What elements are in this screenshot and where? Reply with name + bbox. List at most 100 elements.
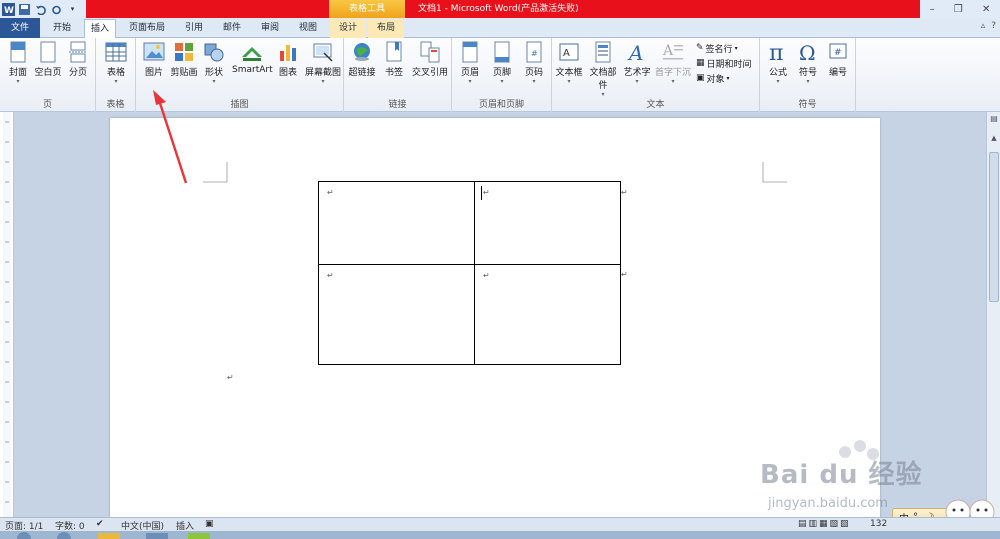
taskbar-buttons bbox=[17, 532, 210, 539]
annotation-arrow bbox=[153, 90, 188, 184]
minimize-icon[interactable]: – bbox=[930, 4, 935, 15]
number-icon: # bbox=[829, 43, 847, 59]
tab-layout[interactable]: 布局 bbox=[368, 19, 404, 38]
macro-record-icon[interactable]: ▣ bbox=[205, 519, 214, 529]
clipart-button[interactable]: 剪贴画 bbox=[170, 41, 198, 78]
group-header-footer: 页眉 ▾ 页脚 ▾ # 页码 ▾ 页眉和页脚 bbox=[452, 38, 552, 112]
page-number-button[interactable]: # 页码 ▾ bbox=[520, 41, 548, 85]
restore-icon[interactable]: ❐ bbox=[954, 4, 963, 15]
number-button[interactable]: # 编号 bbox=[824, 41, 852, 78]
crossref-button[interactable]: 交叉引用 bbox=[410, 41, 450, 78]
svg-text:W: W bbox=[4, 6, 14, 16]
smartart-button[interactable]: SmartArt bbox=[232, 41, 273, 75]
signature-line-button[interactable]: ✎ 签名行 ▾ bbox=[696, 41, 738, 55]
table-cell[interactable]: ↵ bbox=[474, 264, 621, 365]
redo-icon[interactable] bbox=[50, 3, 63, 16]
view-buttons[interactable]: ▤▥▦▧▨ bbox=[798, 519, 851, 529]
wordart-button[interactable]: A 艺术字 ▾ bbox=[622, 41, 652, 85]
row-end-mark: ↵ bbox=[621, 270, 628, 279]
group-tables: 表格 ▾ 表格 bbox=[96, 38, 136, 112]
cell-end-mark: ↵ bbox=[483, 271, 490, 280]
word-logo-icon[interactable]: W bbox=[2, 2, 15, 16]
word-window: W ▾ 表格工具 文档1 - Microsoft Word(产品激活失败) – … bbox=[0, 0, 1000, 539]
zoom-level[interactable]: 132 bbox=[870, 519, 887, 529]
tab-review[interactable]: 审阅 bbox=[254, 19, 286, 38]
group-label-links: 链接 bbox=[388, 100, 407, 110]
save-icon[interactable] bbox=[18, 3, 31, 16]
equation-button[interactable]: π 公式 ▾ bbox=[764, 41, 792, 85]
shapes-button[interactable]: 形状 ▾ bbox=[200, 41, 228, 85]
tab-file[interactable]: 文件 bbox=[0, 18, 40, 38]
watermark-brand: Bai du 经验 bbox=[760, 460, 923, 490]
hyperlink-button[interactable]: 超链接 bbox=[348, 41, 376, 78]
document-table[interactable]: ↵ ↵ ↵ ↵ ↵ ↵ bbox=[318, 181, 628, 365]
chart-icon bbox=[280, 45, 296, 61]
row-end-mark: ↵ bbox=[621, 188, 628, 197]
header-icon bbox=[462, 41, 478, 63]
help-icon[interactable]: ? bbox=[991, 21, 996, 31]
bookmark-button[interactable]: 书签 bbox=[380, 41, 408, 78]
screenshot-button[interactable]: 屏幕截图 ▾ bbox=[304, 41, 342, 85]
dropcap-button[interactable]: A 首字下沉 ▾ bbox=[654, 41, 692, 85]
tab-mailings[interactable]: 邮件 bbox=[216, 19, 248, 38]
blank-page-icon bbox=[40, 41, 56, 63]
cover-page-button[interactable]: 封面 ▾ bbox=[4, 41, 32, 85]
close-icon[interactable]: ✕ bbox=[982, 4, 990, 15]
group-label-text: 文本 bbox=[646, 100, 665, 110]
footer-button[interactable]: 页脚 ▾ bbox=[488, 41, 516, 85]
text-cursor bbox=[481, 186, 482, 200]
page-break-button[interactable]: 分页 bbox=[64, 41, 92, 78]
calendar-icon: ▦ bbox=[696, 58, 705, 68]
screenshot-icon bbox=[313, 43, 333, 62]
footer-icon bbox=[494, 41, 510, 63]
watermark-url: jingyan.baidu.com bbox=[768, 496, 888, 511]
group-symbols: π 公式 ▾ Ω 符号 ▾ # 编号 符号 bbox=[760, 38, 856, 112]
object-icon: ▣ bbox=[696, 73, 705, 83]
group-label-tables: 表格 bbox=[106, 100, 125, 110]
table-cell[interactable]: ↵ bbox=[318, 264, 475, 365]
hyperlink-icon bbox=[354, 43, 370, 61]
object-button[interactable]: ▣ 对象 ▾ bbox=[696, 71, 730, 85]
tab-view[interactable]: 视图 bbox=[292, 19, 324, 38]
table-tools-label: 表格工具 bbox=[329, 0, 405, 18]
textbox-button[interactable]: A 文本框 ▾ bbox=[554, 41, 584, 85]
tab-references[interactable]: 引用 bbox=[178, 19, 210, 38]
paragraph-mark: ↵ bbox=[227, 373, 234, 382]
datetime-button[interactable]: ▦ 日期和时间 bbox=[696, 56, 752, 70]
title-bar: W ▾ 表格工具 文档1 - Microsoft Word(产品激活失败) – … bbox=[0, 0, 1000, 18]
quick-access-toolbar: W ▾ bbox=[0, 0, 79, 18]
window-controls: – ❐ ✕ bbox=[920, 0, 1000, 18]
tab-insert[interactable]: 插入 bbox=[84, 19, 116, 39]
svg-text:#: # bbox=[834, 48, 842, 58]
signature-icon: ✎ bbox=[696, 43, 704, 53]
crossref-icon bbox=[420, 41, 440, 63]
table-cell[interactable]: ↵ bbox=[474, 181, 621, 265]
symbol-button[interactable]: Ω 符号 ▾ bbox=[794, 41, 822, 85]
customize-qat-icon[interactable]: ▾ bbox=[66, 3, 79, 16]
collapse-ribbon-icon[interactable]: ▵ bbox=[981, 21, 986, 31]
tab-page-layout[interactable]: 页面布局 bbox=[122, 19, 172, 38]
vertical-ruler[interactable] bbox=[0, 112, 14, 517]
clipart-icon bbox=[175, 43, 193, 61]
chart-button[interactable]: 图表 bbox=[274, 41, 302, 78]
ruler-ticks bbox=[3, 112, 11, 517]
table-cell[interactable]: ↵ bbox=[318, 181, 475, 265]
header-button[interactable]: 页眉 ▾ bbox=[456, 41, 484, 85]
scroll-up-icon[interactable]: ▲ bbox=[988, 134, 1000, 146]
dropcap-icon: A bbox=[662, 43, 683, 60]
vertical-scrollbar[interactable]: ▤ ▲ bbox=[986, 112, 1000, 517]
quickparts-button[interactable]: 文档部件 ▾ bbox=[586, 41, 620, 98]
wordart-icon: A bbox=[627, 41, 643, 63]
table-button[interactable]: 表格 ▾ bbox=[102, 41, 130, 85]
tab-design[interactable]: 设计 bbox=[330, 19, 366, 38]
undo-icon[interactable] bbox=[34, 3, 47, 16]
cover-page-icon bbox=[10, 41, 26, 63]
taskbar bbox=[0, 531, 1000, 539]
cell-end-mark: ↵ bbox=[327, 271, 334, 280]
spellcheck-icon[interactable]: ✔ bbox=[96, 519, 104, 529]
blank-page-button[interactable]: 空白页 bbox=[34, 41, 62, 78]
ruler-toggle-icon[interactable]: ▤ bbox=[988, 114, 1000, 128]
scroll-thumb[interactable] bbox=[989, 152, 999, 302]
picture-button[interactable]: 图片 bbox=[140, 41, 168, 78]
tab-home[interactable]: 开始 bbox=[44, 19, 80, 38]
